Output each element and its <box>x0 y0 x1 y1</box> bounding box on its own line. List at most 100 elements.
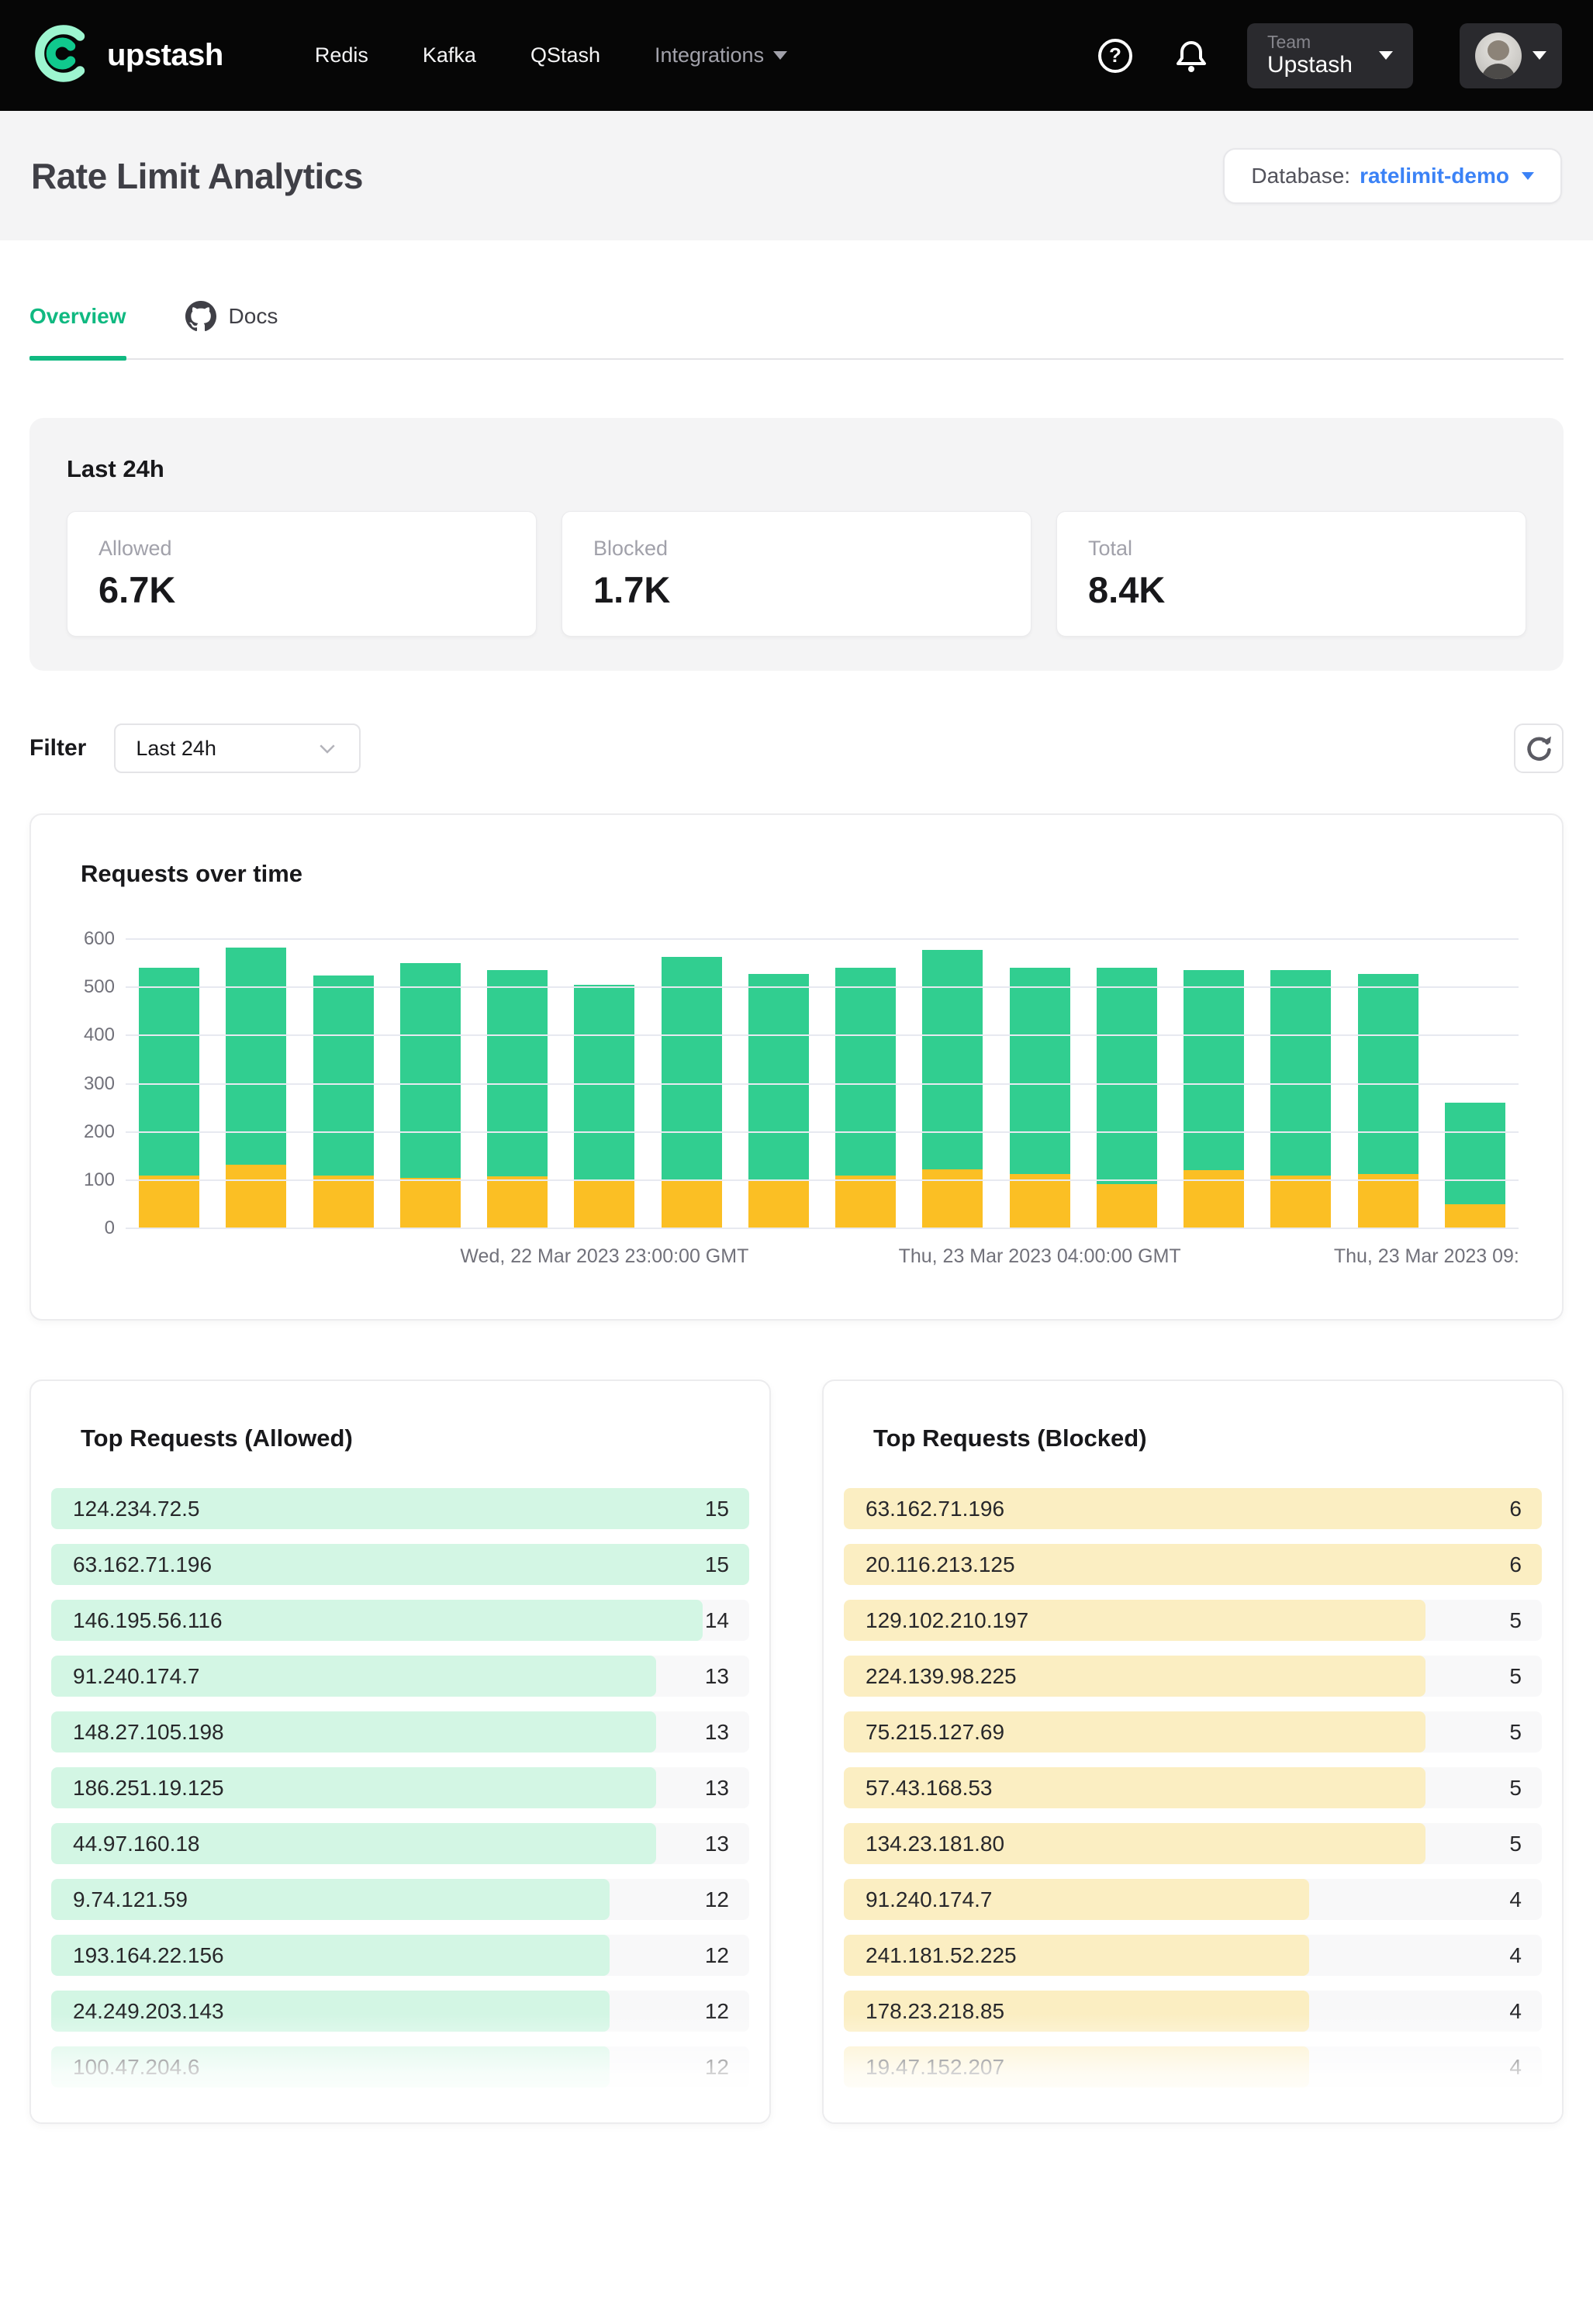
stat-label: Total <box>1088 537 1495 561</box>
request-row[interactable]: 178.23.218.854 <box>844 1991 1542 2032</box>
stacked-bar[interactable] <box>1358 974 1418 1228</box>
request-row[interactable]: 100.47.204.612 <box>51 2046 749 2087</box>
stacked-bar[interactable] <box>226 948 286 1228</box>
request-ip: 20.116.213.125 <box>866 1552 1015 1577</box>
tab-bar: Overview Docs <box>29 301 1564 360</box>
request-ip: 57.43.168.53 <box>866 1776 993 1801</box>
stacked-bar[interactable] <box>1010 968 1070 1228</box>
caret-down-icon <box>1533 51 1546 60</box>
request-ip: 129.102.210.197 <box>866 1608 1028 1633</box>
notifications-bell-button[interactable] <box>1171 36 1211 76</box>
request-ip: 63.162.71.196 <box>866 1497 1004 1521</box>
user-avatar <box>1475 33 1522 79</box>
stacked-bar[interactable] <box>139 968 199 1228</box>
request-row[interactable]: 24.249.203.14312 <box>51 1991 749 2032</box>
request-count: 12 <box>705 1999 729 2024</box>
request-count: 12 <box>705 1887 729 1912</box>
stats-panel: Last 24h Allowed6.7KBlocked1.7KTotal8.4K <box>29 418 1564 671</box>
request-ip: 75.215.127.69 <box>866 1720 1004 1745</box>
y-axis-tick-label: 600 <box>84 928 115 950</box>
nav-item-kafka[interactable]: Kafka <box>423 43 476 67</box>
request-row[interactable]: 124.234.72.515 <box>51 1488 749 1529</box>
request-row[interactable]: 134.23.181.805 <box>844 1823 1542 1864</box>
request-row[interactable]: 57.43.168.535 <box>844 1767 1542 1808</box>
bar-segment-allowed <box>400 963 461 1178</box>
bar-segment-blocked <box>662 1180 722 1228</box>
gridline <box>126 1131 1519 1133</box>
stacked-bar[interactable] <box>748 974 809 1228</box>
request-count: 15 <box>705 1552 729 1577</box>
bar-segment-blocked <box>313 1176 374 1228</box>
request-row[interactable]: 241.181.52.225 4 <box>844 1935 1542 1976</box>
stat-label: Allowed <box>98 537 505 561</box>
stacked-bar[interactable] <box>1270 970 1331 1228</box>
stacked-bar[interactable] <box>1445 1103 1505 1228</box>
bar-segment-blocked <box>835 1176 896 1228</box>
database-selector[interactable]: Database: ratelimit-demo <box>1223 148 1562 204</box>
caret-down-icon <box>1379 51 1393 60</box>
request-row[interactable]: 91.240.174.74 <box>844 1879 1542 1920</box>
stat-card-blocked: Blocked1.7K <box>562 511 1031 637</box>
nav-item-qstash[interactable]: QStash <box>530 43 600 67</box>
nav-item-redis[interactable]: Redis <box>315 43 368 67</box>
top-request-lists: Top Requests (Allowed) 124.234.72.515 63.… <box>29 1380 1564 2124</box>
request-row[interactable]: 63.162.71.19615 <box>51 1544 749 1585</box>
stacked-bar[interactable] <box>574 985 634 1228</box>
request-row[interactable]: 148.27.105.19813 <box>51 1711 749 1752</box>
request-row[interactable]: 75.215.127.695 <box>844 1711 1542 1752</box>
stat-value: 6.7K <box>98 568 505 611</box>
time-range-select[interactable]: Last 24h <box>114 723 361 773</box>
list-allowed-title: Top Requests (Allowed) <box>81 1424 749 1452</box>
stacked-bar[interactable] <box>922 950 983 1228</box>
request-row[interactable]: 91.240.174.713 <box>51 1656 749 1697</box>
stacked-bar[interactable] <box>662 957 722 1228</box>
stacked-bar[interactable] <box>1097 968 1157 1228</box>
user-menu[interactable] <box>1460 23 1562 88</box>
help-button[interactable]: ? <box>1095 36 1135 76</box>
request-row[interactable]: 146.195.56.11614 <box>51 1600 749 1641</box>
list-blocked-title: Top Requests (Blocked) <box>873 1424 1542 1452</box>
request-ip: 241.181.52.225 <box>866 1943 1017 1968</box>
question-mark-glyph: ? <box>1109 43 1121 67</box>
brand-name: upstash <box>107 38 223 73</box>
request-count: 4 <box>1509 1943 1522 1968</box>
request-row[interactable]: 9.74.121.5912 <box>51 1879 749 1920</box>
refresh-icon <box>1525 734 1553 762</box>
chevron-down-icon <box>316 737 339 760</box>
filter-row: Filter Last 24h <box>29 723 1564 773</box>
request-ip: 146.195.56.116 <box>73 1608 223 1633</box>
stacked-bar[interactable] <box>1184 970 1244 1228</box>
stacked-bar[interactable] <box>400 963 461 1228</box>
list-allowed-rows: 124.234.72.515 63.162.71.19615 146.195.56.… <box>51 1488 749 2087</box>
bar-segment-allowed <box>313 976 374 1176</box>
stacked-bar[interactable] <box>487 970 548 1228</box>
request-row[interactable]: 19.47.152.2074 <box>844 2046 1542 2087</box>
request-count: 6 <box>1509 1552 1522 1577</box>
gridline <box>126 1034 1519 1036</box>
request-row[interactable]: 193.164.22.15612 <box>51 1935 749 1976</box>
request-row[interactable]: 63.162.71.1966 <box>844 1488 1542 1529</box>
tab-docs[interactable]: Docs <box>185 301 278 358</box>
request-row[interactable]: 20.116.213.125 6 <box>844 1544 1542 1585</box>
bar-segment-blocked <box>574 1180 634 1228</box>
stacked-bar[interactable] <box>835 968 896 1228</box>
refresh-button[interactable] <box>1514 723 1564 773</box>
request-ip: 178.23.218.85 <box>866 1999 1004 2024</box>
nav-item-label: Redis <box>315 43 368 67</box>
request-row[interactable]: 186.251.19.12513 <box>51 1767 749 1808</box>
gridline <box>126 1083 1519 1085</box>
y-axis-tick-label: 100 <box>84 1169 115 1191</box>
bar-segment-blocked <box>487 1176 548 1228</box>
y-axis-tick-label: 400 <box>84 1024 115 1046</box>
x-axis-tick-label: Wed, 22 Mar 2023 23:00:00 GMT <box>460 1245 748 1268</box>
request-row[interactable]: 129.102.210.1975 <box>844 1600 1542 1641</box>
stacked-bar[interactable] <box>313 976 374 1228</box>
request-count: 13 <box>705 1664 729 1689</box>
upstash-brand[interactable]: upstash <box>31 22 223 89</box>
request-row[interactable]: 44.97.160.1813 <box>51 1823 749 1864</box>
nav-item-integrations[interactable]: Integrations <box>655 43 787 67</box>
team-selector[interactable]: Team Upstash <box>1247 23 1413 88</box>
y-axis-tick-label: 0 <box>105 1217 115 1239</box>
request-row[interactable]: 224.139.98.2255 <box>844 1656 1542 1697</box>
tab-overview[interactable]: Overview <box>29 301 126 358</box>
